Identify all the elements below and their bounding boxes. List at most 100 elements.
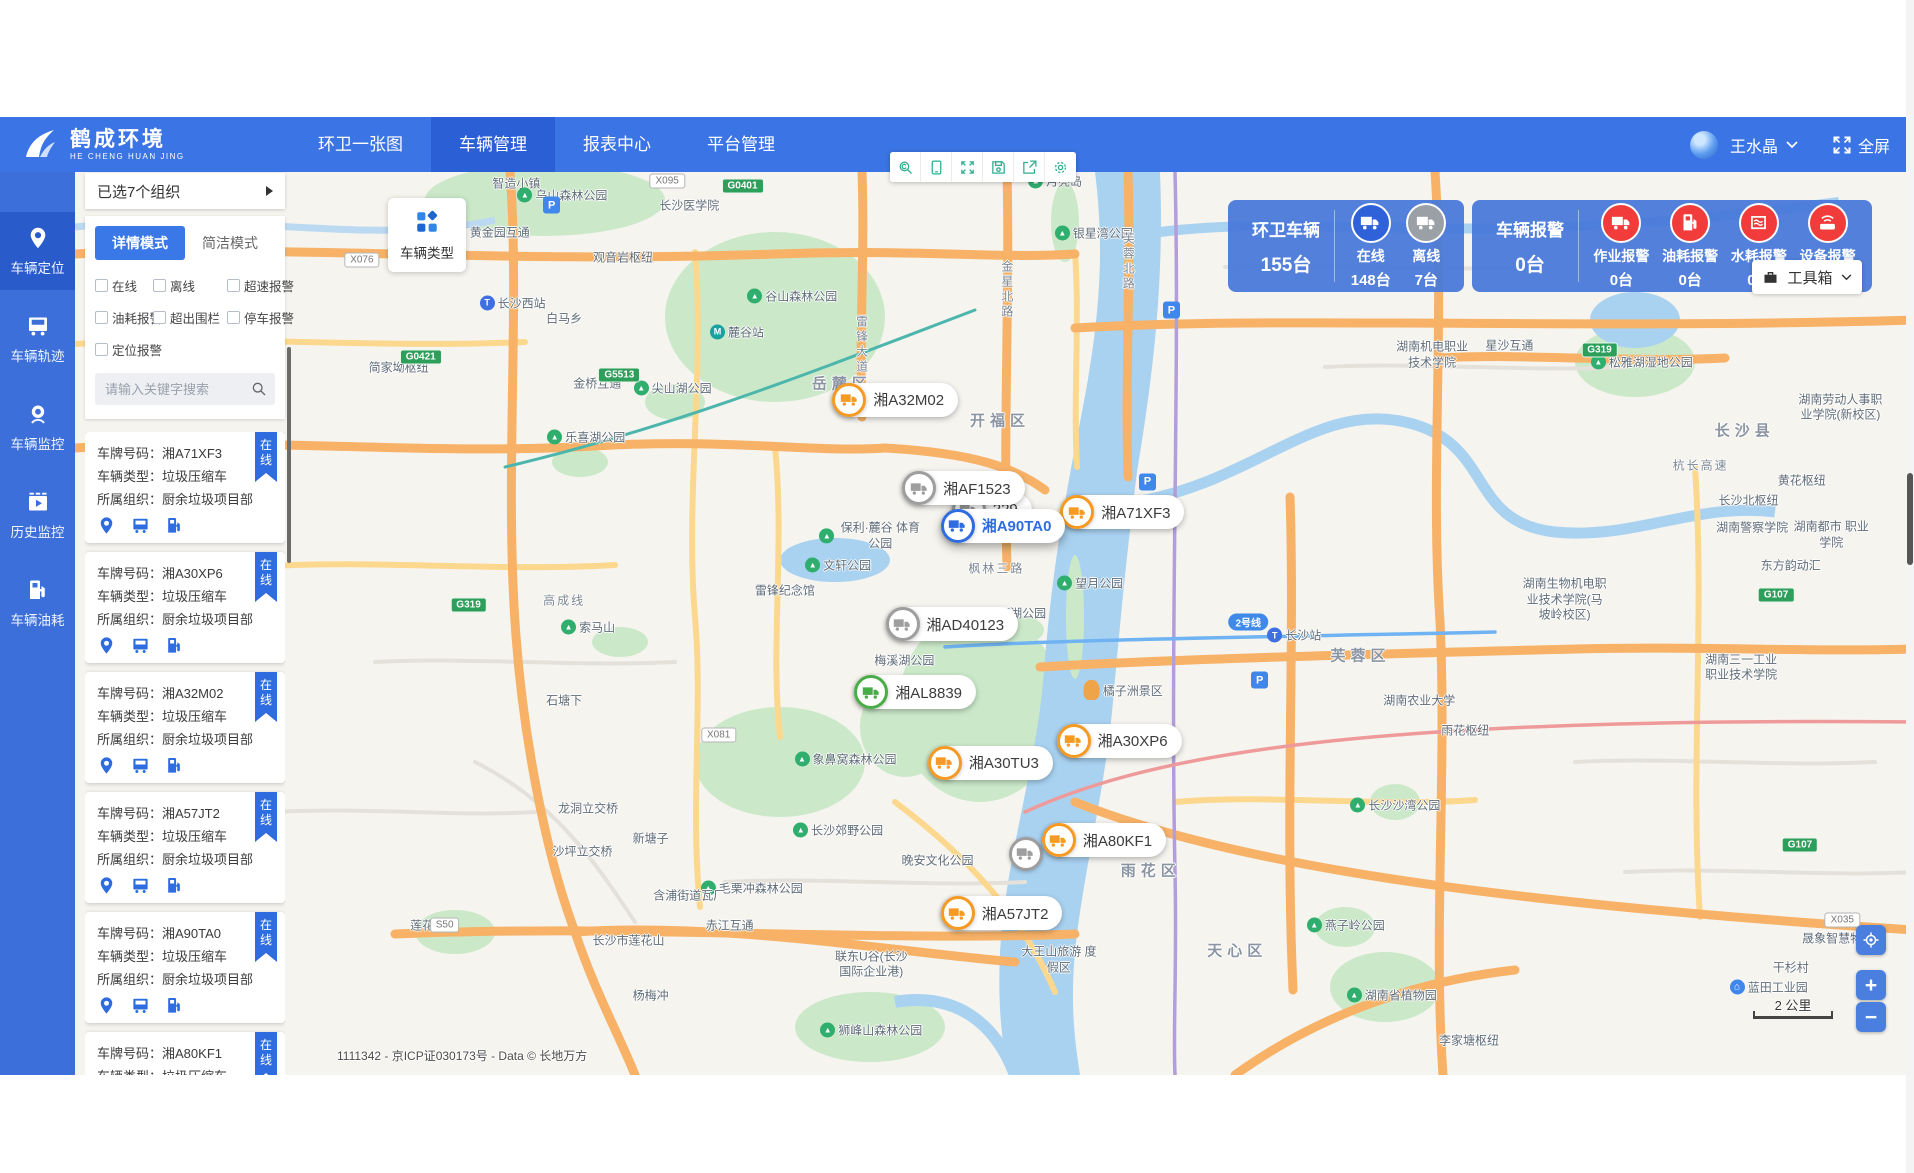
poi-icon <box>1139 473 1156 490</box>
mode-tab[interactable]: 详情模式 <box>95 226 185 260</box>
vehicle-card[interactable]: 车牌号码：湘A57JT2 车辆类型：垃圾压缩车 所属组织：厨余垃圾项目部 在线 <box>85 792 285 903</box>
page-scrollbar-thumb[interactable] <box>1907 473 1913 565</box>
sidebar-item[interactable]: 车辆油耗 <box>0 564 75 642</box>
locate-vehicle-icon[interactable] <box>97 636 116 655</box>
map-label: 燕子岭公园 <box>1307 917 1385 934</box>
filter-checkbox[interactable]: 离线 <box>153 276 227 295</box>
filter-checkbox[interactable]: 停车报警 <box>227 308 301 327</box>
vehicle-marker[interactable]: 湘A30XP6 <box>1057 724 1182 758</box>
vehicle-card[interactable]: 车牌号码：湘A71XF3 车辆类型：垃圾压缩车 所属组织：厨余垃圾项目部 在线 <box>85 432 285 543</box>
map-canvas[interactable]: 智造小镇 乌山森林公园 长沙医学院 黄金园互通 月亮岛 银星湾公园 观音岩枢纽 … <box>75 172 1914 1075</box>
checkbox-icon[interactable] <box>95 343 108 356</box>
vehicle-card[interactable]: 车牌号码：湘A30XP6 车辆类型：垃圾压缩车 所属组织：厨余垃圾项目部 在线 <box>85 552 285 663</box>
zoom-search-icon[interactable] <box>890 152 921 182</box>
car-pin-icon <box>26 226 50 250</box>
map-label: 含浦街道瓦厂 <box>653 887 725 904</box>
vehicle-list[interactable]: 车牌号码：湘A71XF3 车辆类型：垃圾压缩车 所属组织：厨余垃圾项目部 在线 … <box>85 432 285 1075</box>
filter-checkbox[interactable]: 定位报警 <box>95 340 153 359</box>
fuel-vehicle-icon[interactable] <box>165 516 184 535</box>
checkbox-icon[interactable] <box>227 311 240 324</box>
track-vehicle-icon[interactable] <box>131 636 150 655</box>
user-name[interactable]: 王水晶 <box>1730 133 1778 157</box>
vehicle-card[interactable]: 车牌号码：湘A80KF1 车辆类型：垃圾压缩车 所属组织：厨余垃圾项目部 在线 <box>85 1032 285 1075</box>
vehicle-card[interactable]: 车牌号码：湘A32M02 车辆类型：垃圾压缩车 所属组织：厨余垃圾项目部 在线 <box>85 672 285 783</box>
toolbox-button[interactable]: 工具箱 <box>1752 260 1862 294</box>
map-label: 望月公园 <box>1057 574 1123 591</box>
expand-arrow-icon <box>266 186 273 196</box>
vehicle-marker[interactable]: 湘AL8839 <box>854 675 976 709</box>
fleet-count: 155台 <box>1261 250 1312 277</box>
zoom-out-button[interactable]: − <box>1856 1002 1886 1032</box>
vehicle-marker[interactable]: 湘AF1523 <box>902 471 1025 505</box>
fullscreen-button[interactable]: 全屏 <box>1832 133 1890 157</box>
vehicle-marker[interactable]: 湘A80KF1 <box>1042 823 1166 857</box>
filter-checkbox[interactable]: 油耗报警 <box>95 308 153 327</box>
truck-icon <box>1351 203 1391 243</box>
locate-vehicle-icon[interactable] <box>97 756 116 775</box>
save-icon[interactable] <box>983 152 1014 182</box>
locate-vehicle-icon[interactable] <box>97 876 116 895</box>
fuel-vehicle-icon[interactable] <box>165 996 184 1015</box>
checkbox-icon[interactable] <box>153 311 166 324</box>
filter-checkbox[interactable]: 在线 <box>95 276 153 295</box>
alarm-icon <box>1739 203 1779 243</box>
locate-vehicle-icon[interactable] <box>97 516 116 535</box>
org-selector[interactable]: 已选7个组织 <box>85 173 285 209</box>
map-label: 李家塘枢纽 <box>1439 1031 1499 1048</box>
settings-icon[interactable] <box>1045 152 1076 182</box>
locate-button[interactable] <box>1856 925 1886 955</box>
map-label: 湖南机电职业 技术学院 <box>1389 340 1475 371</box>
map-label: 杨梅冲 <box>633 986 669 1003</box>
locate-vehicle-icon[interactable] <box>97 996 116 1015</box>
mode-tab[interactable]: 简洁模式 <box>185 226 275 260</box>
poi-icon <box>1084 680 1100 700</box>
vehicle-marker[interactable]: 湘A71XF3 <box>1060 495 1184 529</box>
vehicle-marker[interactable]: 湘A30TU3 <box>928 746 1053 780</box>
filter-checkbox[interactable]: 超速报警 <box>227 276 301 295</box>
device-frame-icon[interactable] <box>921 152 952 182</box>
fuel-vehicle-icon[interactable] <box>165 756 184 775</box>
grid-icon <box>414 209 440 235</box>
filter-block: 详情模式 简洁模式 在线 离线 超速报警 <box>85 216 285 419</box>
poi-icon <box>547 429 562 444</box>
vehicle-marker[interactable]: 湘A90TA0 <box>941 509 1066 543</box>
sidebar-item[interactable]: 历史监控 <box>0 476 75 554</box>
sidebar-item[interactable]: 车辆定位 <box>0 212 75 290</box>
track-vehicle-icon[interactable] <box>131 516 150 535</box>
page-scrollbar[interactable] <box>1906 0 1914 1173</box>
checkbox-icon[interactable] <box>95 279 108 292</box>
checkbox-icon[interactable] <box>153 279 166 292</box>
search-icon[interactable] <box>251 381 267 397</box>
nav-menu-item[interactable]: 平台管理 <box>679 117 803 172</box>
track-vehicle-icon[interactable] <box>131 756 150 775</box>
expand-icon[interactable] <box>952 152 983 182</box>
chevron-down-icon[interactable] <box>1786 141 1798 149</box>
map-label: 谷山森林公园 <box>747 287 837 304</box>
filter-checkbox[interactable]: 超出围栏 <box>153 308 227 327</box>
map-label: 新塘子 <box>633 830 669 847</box>
alarm-title: 车辆报警 <box>1496 216 1564 241</box>
checkbox-icon[interactable] <box>95 311 108 324</box>
zoom-in-button[interactable]: + <box>1856 970 1886 1000</box>
fuel-vehicle-icon[interactable] <box>165 636 184 655</box>
nav-menu-item[interactable]: 车辆管理 <box>431 117 555 172</box>
share-icon[interactable] <box>1014 152 1045 182</box>
checkbox-icon[interactable] <box>227 279 240 292</box>
nav-menu-item[interactable]: 报表中心 <box>555 117 679 172</box>
vehicle-card[interactable]: 车牌号码：湘A90TA0 车辆类型：垃圾压缩车 所属组织：厨余垃圾项目部 在线 <box>85 912 285 1023</box>
vehicle-marker[interactable]: 湘A32M02 <box>832 383 958 417</box>
user-avatar[interactable] <box>1690 131 1718 159</box>
sidebar-item[interactable]: 车辆轨迹 <box>0 300 75 378</box>
track-vehicle-icon[interactable] <box>131 876 150 895</box>
nav-menu-item[interactable]: 环卫一张图 <box>290 117 431 172</box>
search-input[interactable] <box>95 373 275 405</box>
vehicle-marker-icon <box>1009 837 1043 871</box>
map-label: 雨花枢纽 <box>1441 722 1489 739</box>
track-vehicle-icon[interactable] <box>131 996 150 1015</box>
vehicle-type-button[interactable]: 车辆类型 <box>388 198 466 272</box>
fuel-vehicle-icon[interactable] <box>165 876 184 895</box>
vehicle-marker[interactable]: 湘AD40123 <box>886 607 1019 641</box>
list-scrollbar[interactable] <box>287 347 291 563</box>
sidebar-item[interactable]: 车辆监控 <box>0 388 75 466</box>
vehicle-marker[interactable]: 湘A57JT2 <box>941 896 1063 930</box>
